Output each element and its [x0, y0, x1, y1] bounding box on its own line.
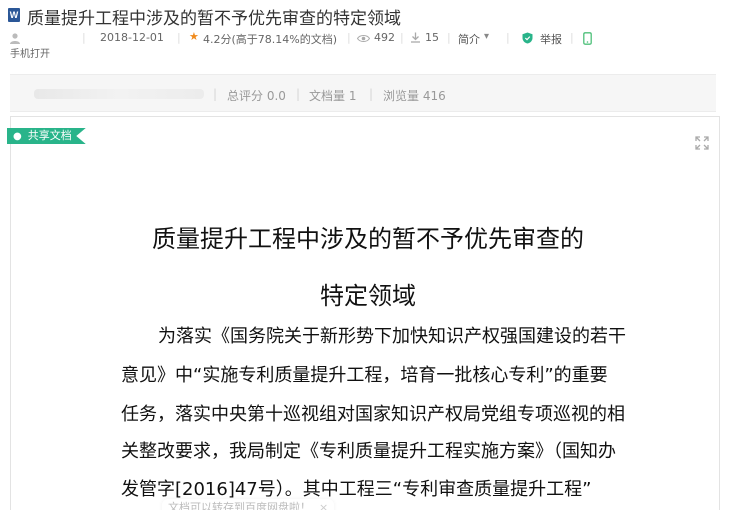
- upload-date: 2018-12-01: [100, 31, 164, 44]
- divider: |: [506, 31, 510, 44]
- divider: |: [347, 31, 351, 44]
- star-icon: ★: [189, 30, 199, 43]
- share-doc-tag: ● 共享文档: [7, 128, 86, 144]
- phone-icon[interactable]: [583, 32, 592, 48]
- view-count-total: 浏览量 416: [383, 89, 446, 103]
- divider: |: [296, 87, 301, 101]
- phone-open-link[interactable]: 手机打开: [10, 45, 50, 60]
- paragraph-line: 任务，落实中央第十巡视组对国家知识产权局党组专项巡视的相: [121, 404, 625, 425]
- paragraph-line: 关整改要求，我局制定《专利质量提升工程实施方案》（国知办: [121, 441, 616, 462]
- paragraph-line: 为落实《国务院关于新形势下加快知识产权强国建设的若干: [158, 326, 626, 347]
- paragraph-line: 发管字[2016]47号）。其中工程三“专利审查质量提升工程”: [121, 479, 592, 500]
- view-count: 492: [374, 31, 395, 44]
- divider: |: [570, 31, 574, 44]
- user-icon[interactable]: [9, 32, 21, 44]
- document-heading-line1: 质量提升工程中涉及的暂不予优先审查的: [152, 225, 584, 253]
- rating-score: 4.2分(高于78.14%的文档): [203, 33, 338, 46]
- total-score: 总评分 0.0: [227, 89, 286, 103]
- share-tag-label: 共享文档: [27, 129, 72, 142]
- divider: |: [213, 87, 218, 101]
- title-bar: W 质量提升工程中涉及的暂不予优先审查的特定领域: [0, 0, 736, 30]
- save-to-netdisk-tip[interactable]: 文档可以转存到百度网盘啦！ ×: [162, 499, 335, 510]
- divider: |: [82, 31, 86, 44]
- paragraph-line: 意见》中“实施专利质量提升工程，培育一批核心专利”的重要: [121, 365, 608, 386]
- shield-icon: [522, 32, 533, 47]
- author-info-blurred: [34, 89, 204, 99]
- page-title: 质量提升工程中涉及的暂不予优先审查的特定领域: [27, 9, 401, 29]
- intro-dropdown[interactable]: 简介: [458, 31, 480, 47]
- doc-meta-row: | 2018-12-01 | ★ 4.2分(高于78.14%的文档) | 492…: [0, 29, 736, 60]
- word-doc-icon: W: [8, 8, 20, 22]
- chevron-down-icon[interactable]: ▾: [484, 31, 489, 42]
- eye-icon: [356, 33, 371, 46]
- doc-count: 文档量 1: [309, 89, 357, 103]
- divider: |: [400, 31, 404, 44]
- divider: |: [369, 87, 374, 101]
- save-tip-text: 文档可以转存到百度网盘啦！: [168, 501, 311, 510]
- divider: |: [447, 31, 451, 44]
- author-stats-bar: | 总评分 0.0 | 文档量 1 | 浏览量 416: [10, 74, 716, 112]
- download-count: 15: [425, 31, 439, 44]
- download-icon: [410, 32, 421, 46]
- user-icon: ●: [13, 131, 22, 142]
- divider: |: [177, 31, 181, 44]
- close-icon[interactable]: ×: [319, 501, 328, 510]
- report-link[interactable]: 举报: [540, 31, 562, 47]
- expand-icon[interactable]: [695, 135, 709, 150]
- document-heading-line2: 特定领域: [320, 282, 416, 310]
